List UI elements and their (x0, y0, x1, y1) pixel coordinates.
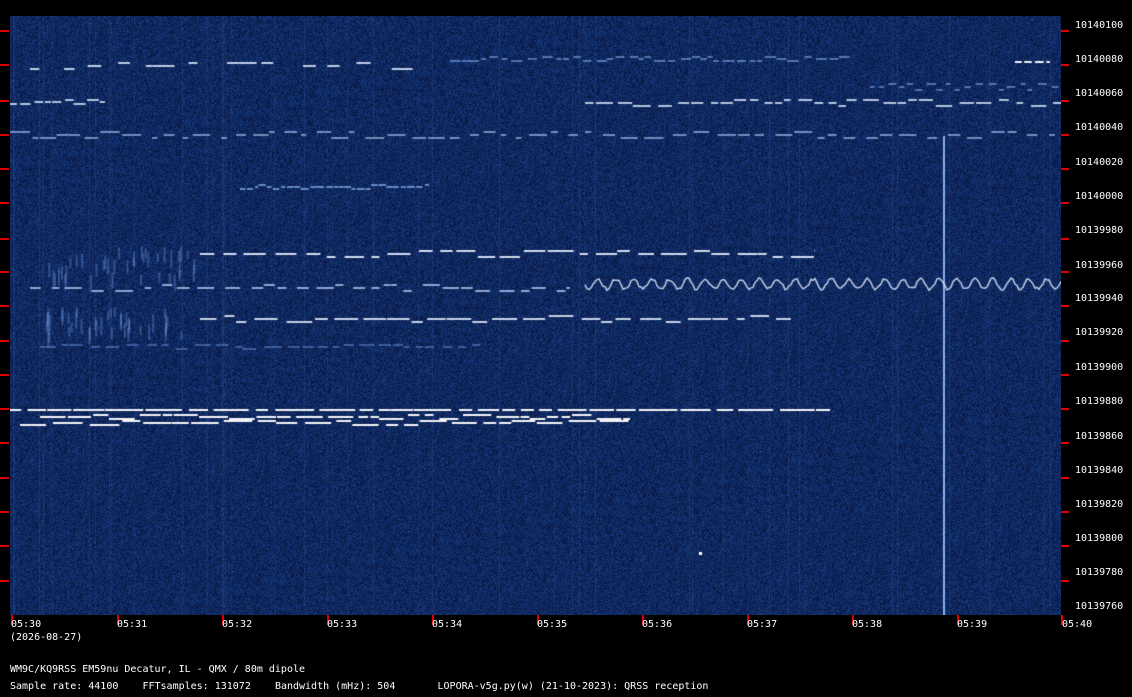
right-tick (1061, 168, 1069, 170)
time-label: 05:35 (537, 619, 568, 630)
freq-label: 10139980 (1075, 225, 1124, 236)
right-tick (1061, 545, 1069, 547)
left-tick (0, 545, 9, 547)
right-tick (1061, 511, 1069, 513)
freq-label: 10139860 (1075, 431, 1124, 442)
left-tick (0, 442, 9, 444)
right-tick (1061, 271, 1069, 273)
station-label: WM9C/KQ9RSS EM59nu Decatur, IL - QMX / 8… (10, 664, 306, 675)
time-label: 05:32 (222, 619, 253, 630)
freq-label: 10139900 (1075, 362, 1124, 373)
time-label: 05:33 (327, 619, 358, 630)
freq-label: 10139820 (1075, 499, 1124, 510)
freq-label: 10140060 (1075, 88, 1124, 99)
left-tick (0, 511, 9, 513)
time-label: 05:39 (957, 619, 988, 630)
right-tick (1061, 100, 1069, 102)
time-label: 05:37 (747, 619, 778, 630)
right-tick (1061, 340, 1069, 342)
right-tick (1061, 442, 1069, 444)
left-tick (0, 64, 9, 66)
bandwidth: Bandwidth (mHz): 504 (274, 681, 396, 692)
spectrogram-waterfall (10, 16, 1061, 615)
right-tick (1061, 134, 1069, 136)
right-tick (1061, 30, 1069, 32)
left-tick (0, 580, 9, 582)
freq-label: 10140100 (1075, 20, 1124, 31)
left-tick (0, 271, 9, 273)
freq-label: 10139940 (1075, 293, 1124, 304)
time-label: 05:31 (117, 619, 148, 630)
time-label: 05:34 (432, 619, 463, 630)
freq-label: 10140000 (1075, 191, 1124, 202)
freq-label: 10139840 (1075, 465, 1124, 476)
right-tick (1061, 580, 1069, 582)
freq-label: 10140040 (1075, 122, 1124, 133)
software-label: LOPORA-v5g.py(w) (21-10-2023): QRSS rece… (437, 681, 709, 692)
right-tick (1061, 477, 1069, 479)
freq-label: 10139920 (1075, 327, 1124, 338)
right-tick (1061, 408, 1069, 410)
freq-label: 10139960 (1075, 260, 1124, 271)
left-tick (0, 477, 9, 479)
info-line: Sample rate: 44100 FFTsamples: 131072 Ba… (10, 681, 708, 693)
freq-label: 10139880 (1075, 396, 1124, 407)
left-tick (0, 340, 9, 342)
left-tick (0, 202, 9, 204)
left-tick (0, 305, 9, 307)
left-tick (0, 100, 9, 102)
left-tick (0, 134, 9, 136)
right-tick (1061, 64, 1069, 66)
time-label: 05:40 (1062, 619, 1093, 630)
right-tick (1061, 374, 1069, 376)
left-tick (0, 30, 9, 32)
date-label: (2026-08-27) (10, 632, 83, 643)
freq-label: 10139800 (1075, 533, 1124, 544)
freq-label: 10140080 (1075, 54, 1124, 65)
right-tick (1061, 202, 1069, 204)
left-tick (0, 408, 9, 410)
freq-label: 10140020 (1075, 157, 1124, 168)
freq-label: 10139760 (1075, 601, 1124, 612)
fft-samples: FFTsamples: 131072 (142, 681, 251, 692)
time-label: 05:36 (642, 619, 673, 630)
left-tick (0, 374, 9, 376)
right-tick (1061, 238, 1069, 240)
freq-label: 10139780 (1075, 567, 1124, 578)
time-label: 05:30 (11, 619, 42, 630)
left-tick (0, 168, 9, 170)
left-tick (0, 238, 9, 240)
time-label: 05:38 (852, 619, 883, 630)
right-tick (1061, 305, 1069, 307)
sample-rate: Sample rate: 44100 (10, 681, 119, 692)
